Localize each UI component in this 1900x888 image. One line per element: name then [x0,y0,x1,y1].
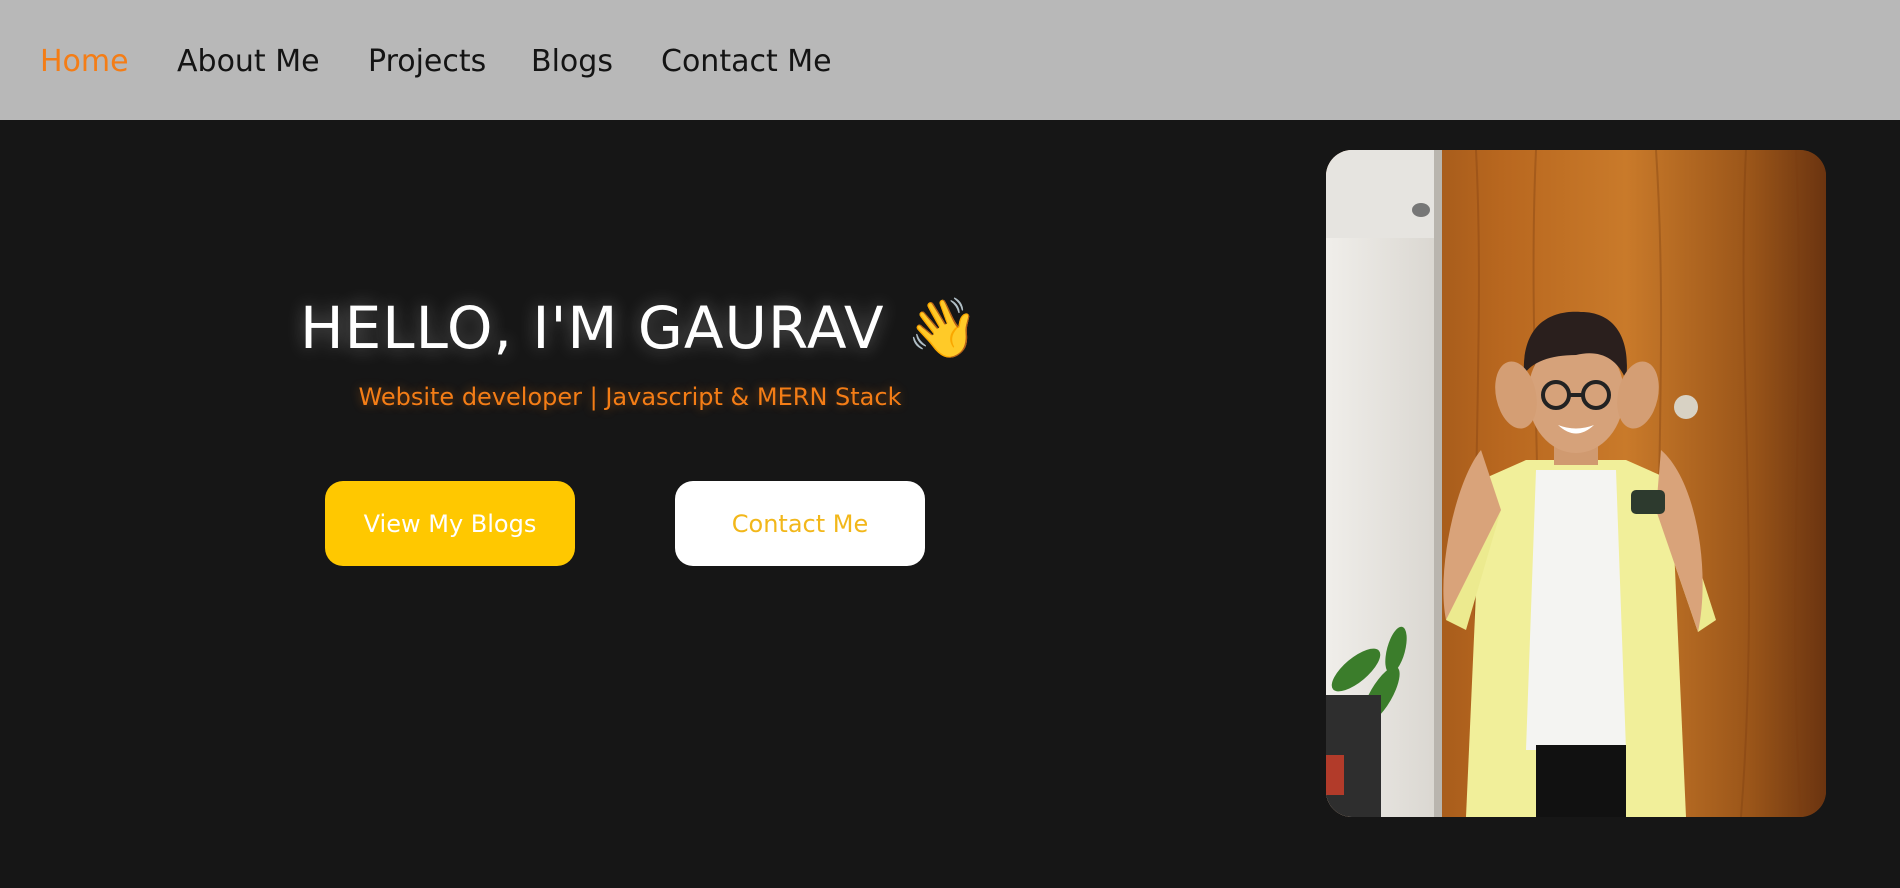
nav-item-contact-me[interactable]: Contact Me [661,40,832,84]
top-navbar: Home About Me Projects Blogs Contact Me [0,0,1900,120]
profile-photo-illustration [1326,150,1826,817]
hero-section: HELLO, I'M GAURAV 👋 Website developer | J… [0,120,1900,888]
nav-item-home[interactable]: Home [40,40,129,84]
profile-photo [1326,150,1826,817]
contact-me-button[interactable]: Contact Me [675,481,925,566]
hero-greeting: HELLO, I'M GAURAV 👋 [300,292,979,364]
view-my-blogs-button[interactable]: View My Blogs [325,481,575,566]
hero-subtitle: Website developer | Javascript & MERN St… [358,383,902,411]
nav-item-blogs[interactable]: Blogs [531,40,613,84]
greeting-text: HELLO, I'M GAURAV [300,294,885,362]
nav-item-projects[interactable]: Projects [368,40,486,84]
nav-item-about-me[interactable]: About Me [177,40,320,84]
waving-hand-icon: 👋 [906,294,980,362]
